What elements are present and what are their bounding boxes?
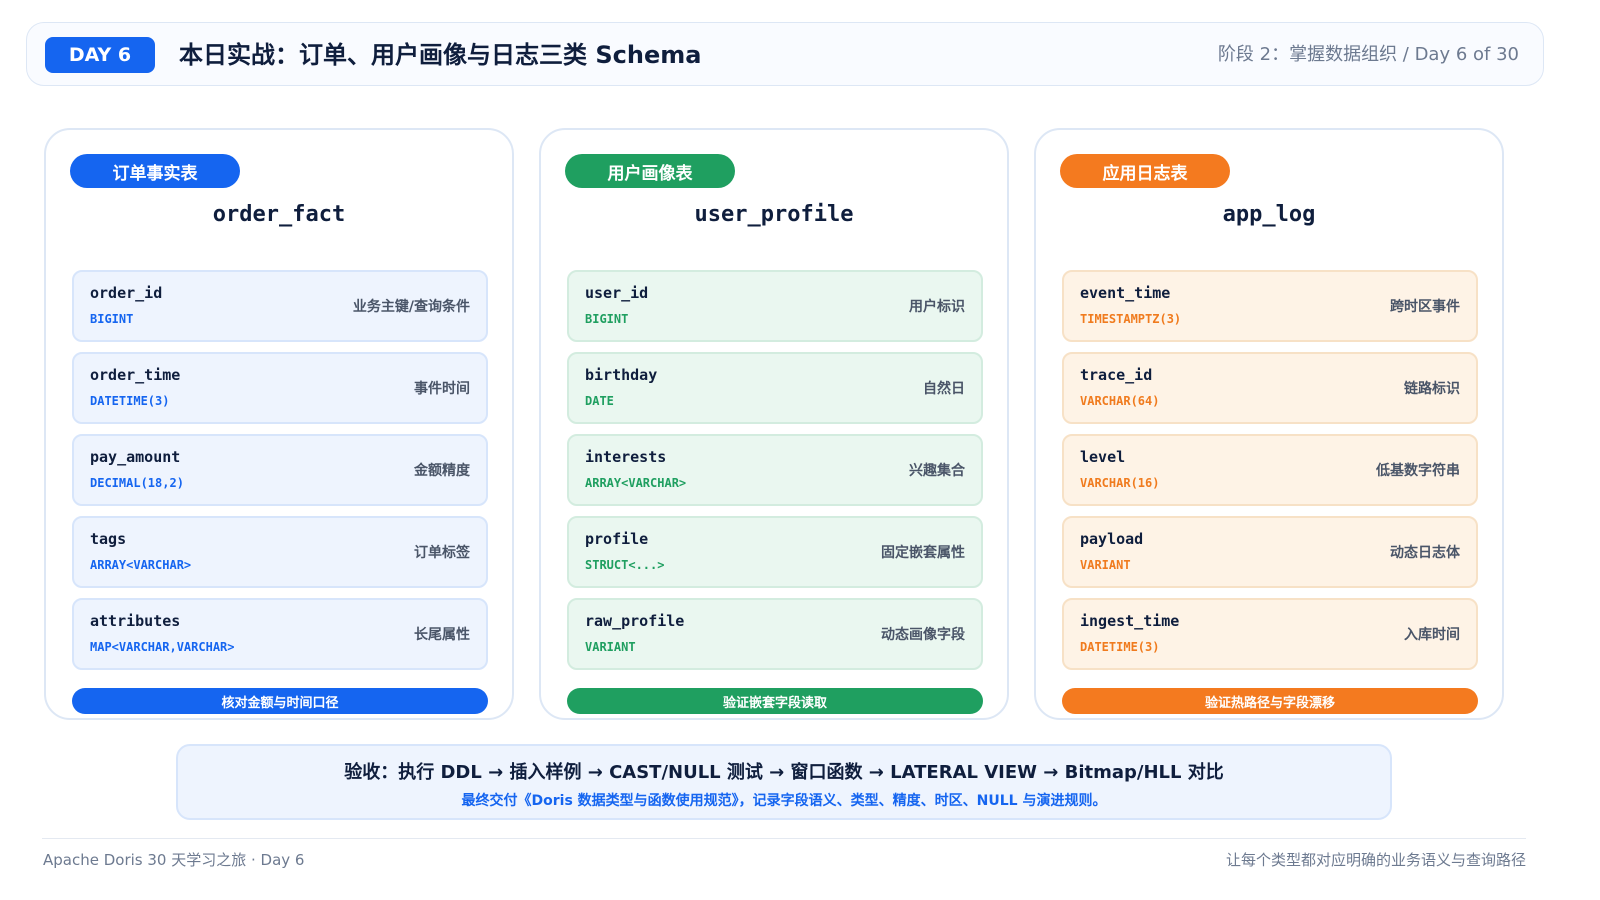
field-name: level xyxy=(1080,448,1126,466)
field-row: user_id BIGINT 用户标识 xyxy=(567,270,983,342)
field-desc: 用户标识 xyxy=(909,299,965,315)
card-footer-bar: 验证热路径与字段漂移 xyxy=(1062,688,1478,714)
acceptance-summary: 验收：执行 DDL → 插入样例 → CAST/NULL 测试 → 窗口函数 →… xyxy=(176,744,1392,820)
field-type: VARCHAR(16) xyxy=(1080,476,1160,490)
field-type: MAP<VARCHAR,VARCHAR> xyxy=(90,640,235,654)
field-type: VARCHAR(64) xyxy=(1080,394,1160,408)
header-bar: DAY 6 本日实战：订单、用户画像与日志三类 Schema 阶段 2：掌握数据… xyxy=(26,22,1544,86)
field-desc: 业务主键/查询条件 xyxy=(352,299,470,315)
field-list: event_time TIMESTAMPTZ(3) 跨时区事件 trace_id… xyxy=(1062,270,1478,680)
footer-tagline: 让每个类型都对应明确的业务语义与查询路径 xyxy=(1225,851,1526,869)
field-name: pay_amount xyxy=(90,448,181,466)
field-type: DATETIME(3) xyxy=(1080,640,1160,654)
footer-series-label: Apache Doris 30 天学习之旅 · Day 6 xyxy=(43,851,305,869)
card-user-profile: 用户画像表 user_profile user_id BIGINT 用户标识 b… xyxy=(539,128,1009,720)
field-row: trace_id VARCHAR(64) 链路标识 xyxy=(1062,352,1478,424)
field-name: user_id xyxy=(585,284,649,302)
card-app-log: 应用日志表 app_log event_time TIMESTAMPTZ(3) … xyxy=(1034,128,1504,720)
acceptance-steps: 验收：执行 DDL → 插入样例 → CAST/NULL 测试 → 窗口函数 →… xyxy=(344,762,1224,783)
field-type: BIGINT xyxy=(585,312,629,326)
field-desc: 订单标签 xyxy=(414,545,470,561)
field-row: order_time DATETIME(3) 事件时间 xyxy=(72,352,488,424)
field-desc: 兴趣集合 xyxy=(909,463,965,479)
field-desc: 固定嵌套属性 xyxy=(881,545,965,561)
field-name: attributes xyxy=(90,612,181,630)
field-desc: 动态画像字段 xyxy=(881,627,965,643)
card-category-pill: 用户画像表 xyxy=(565,154,735,188)
field-type: BIGINT xyxy=(90,312,134,326)
field-name: tags xyxy=(90,530,127,548)
field-type: STRUCT<...> xyxy=(585,558,665,572)
field-row: payload VARIANT 动态日志体 xyxy=(1062,516,1478,588)
field-type: TIMESTAMPTZ(3) xyxy=(1080,312,1182,326)
table-name: app_log xyxy=(1222,202,1316,227)
field-desc: 动态日志体 xyxy=(1390,545,1460,561)
field-row: level VARCHAR(16) 低基数字符串 xyxy=(1062,434,1478,506)
field-row: order_id BIGINT 业务主键/查询条件 xyxy=(72,270,488,342)
footer-divider xyxy=(42,838,1526,839)
field-list: order_id BIGINT 业务主键/查询条件 order_time DAT… xyxy=(72,270,488,680)
field-row: event_time TIMESTAMPTZ(3) 跨时区事件 xyxy=(1062,270,1478,342)
table-name: user_profile xyxy=(694,202,854,227)
field-desc: 长尾属性 xyxy=(414,627,470,643)
page-title: 本日实战：订单、用户画像与日志三类 Schema xyxy=(179,41,702,69)
field-desc: 低基数字符串 xyxy=(1376,463,1460,479)
field-row: tags ARRAY<VARCHAR> 订单标签 xyxy=(72,516,488,588)
field-desc: 跨时区事件 xyxy=(1390,299,1460,315)
card-category-pill: 订单事实表 xyxy=(70,154,240,188)
field-row: attributes MAP<VARCHAR,VARCHAR> 长尾属性 xyxy=(72,598,488,670)
field-type: VARIANT xyxy=(585,640,636,654)
card-footer-bar: 验证嵌套字段读取 xyxy=(567,688,983,714)
field-type: VARIANT xyxy=(1080,558,1131,572)
card-order-fact: 订单事实表 order_fact order_id BIGINT 业务主键/查询… xyxy=(44,128,514,720)
field-name: interests xyxy=(585,448,667,466)
card-category-pill: 应用日志表 xyxy=(1060,154,1230,188)
card-footer-bar: 核对金额与时间口径 xyxy=(72,688,488,714)
field-desc: 金额精度 xyxy=(414,463,470,479)
field-name: event_time xyxy=(1080,284,1171,302)
stage-indicator: 阶段 2：掌握数据组织 / Day 6 of 30 xyxy=(1217,44,1519,65)
field-name: raw_profile xyxy=(585,612,685,630)
field-desc: 事件时间 xyxy=(414,381,470,397)
field-type: DECIMAL(18,2) xyxy=(90,476,184,490)
table-name: order_fact xyxy=(212,202,346,227)
field-name: order_time xyxy=(90,366,181,384)
field-row: raw_profile VARIANT 动态画像字段 xyxy=(567,598,983,670)
field-row: profile STRUCT<...> 固定嵌套属性 xyxy=(567,516,983,588)
field-name: order_id xyxy=(90,284,163,302)
field-row: interests ARRAY<VARCHAR> 兴趣集合 xyxy=(567,434,983,506)
field-type: DATETIME(3) xyxy=(90,394,170,408)
field-list: user_id BIGINT 用户标识 birthday DATE 自然日 in… xyxy=(567,270,983,680)
field-type: ARRAY<VARCHAR> xyxy=(585,476,687,490)
day-badge: DAY 6 xyxy=(45,37,155,73)
field-name: trace_id xyxy=(1080,366,1153,384)
field-desc: 入库时间 xyxy=(1404,627,1460,643)
field-desc: 链路标识 xyxy=(1404,381,1460,397)
field-name: profile xyxy=(585,530,649,548)
field-row: birthday DATE 自然日 xyxy=(567,352,983,424)
field-desc: 自然日 xyxy=(923,381,965,397)
field-type: ARRAY<VARCHAR> xyxy=(90,558,192,572)
field-name: ingest_time xyxy=(1080,612,1180,630)
field-type: DATE xyxy=(585,394,614,408)
field-name: birthday xyxy=(585,366,658,384)
field-row: ingest_time DATETIME(3) 入库时间 xyxy=(1062,598,1478,670)
field-name: payload xyxy=(1080,530,1144,548)
field-row: pay_amount DECIMAL(18,2) 金额精度 xyxy=(72,434,488,506)
deliverable-note: 最终交付《Doris 数据类型与函数使用规范》，记录字段语义、类型、精度、时区、… xyxy=(461,793,1107,809)
